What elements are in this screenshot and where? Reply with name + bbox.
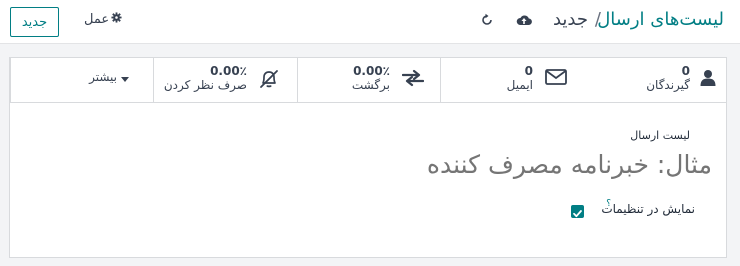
action-label: عمل: [84, 12, 110, 27]
caret-down-icon: [121, 77, 129, 82]
breadcrumb-separator: /: [594, 9, 601, 30]
bell-slash-icon: [258, 69, 280, 93]
breadcrumb-mailing-lists[interactable]: لیست‌های ارسال: [597, 9, 724, 30]
stat-bounce-text: 0.00٪ برگشت: [352, 64, 390, 92]
stat-bounce-button[interactable]: 0.00٪ برگشت: [297, 58, 440, 102]
user-icon: [700, 69, 716, 91]
checkmark-icon: [573, 210, 582, 218]
stat-email-button[interactable]: 0 ایمیل: [440, 58, 583, 102]
stat-recipients-text: 0 گیرندگان: [646, 64, 690, 92]
show-in-preferences-checkbox[interactable]: [571, 205, 584, 218]
stat-button-box: 0 گیرندگان 0 ایمیل 0.00٪ برگشت 0.00٪ صرف…: [10, 58, 726, 103]
show-in-preferences-label: نمایش در تنظیمات: [601, 202, 695, 216]
stat-bounce-label: برگشت: [351, 78, 390, 92]
breadcrumb-current: جدید: [552, 9, 588, 30]
stat-optout-text: 0.00٪ صرف نظر کردن: [164, 64, 247, 92]
mailing-list-name-label: لیست ارسال: [630, 129, 690, 142]
gear-icon: [111, 12, 122, 27]
more-dropdown-button[interactable]: بیشتر: [10, 58, 153, 102]
discard-undo-icon[interactable]: [479, 12, 497, 30]
action-menu-button[interactable]: عمل: [84, 12, 122, 27]
envelope-icon: [545, 69, 567, 89]
stat-recipients-label: گیرندگان: [646, 78, 690, 92]
stat-recipients-value: 0: [681, 64, 690, 78]
stat-email-value: 0: [524, 64, 533, 78]
new-button[interactable]: جدید: [10, 7, 59, 37]
stat-recipients-button[interactable]: 0 گیرندگان: [583, 58, 726, 102]
stat-optout-value: 0.00٪: [210, 64, 247, 78]
stat-optout-button[interactable]: 0.00٪ صرف نظر کردن: [153, 58, 297, 102]
stat-email-label: ایمیل: [506, 78, 533, 92]
control-panel: لیست‌های ارسال / جدید عمل: [0, 0, 740, 44]
mailing-list-name-input[interactable]: [292, 146, 712, 182]
exchange-arrows-icon: [401, 69, 425, 91]
cloud-upload-icon[interactable]: [516, 12, 534, 30]
help-tooltip-icon[interactable]: ؟: [606, 199, 611, 209]
stat-bounce-value: 0.00٪: [353, 64, 390, 78]
form-sheet: 0 گیرندگان 0 ایمیل 0.00٪ برگشت 0.00٪ صرف…: [9, 57, 727, 258]
more-label: بیشتر: [89, 70, 117, 84]
stat-email-text: 0 ایمیل: [507, 64, 533, 92]
stat-optout-label: صرف نظر کردن: [163, 78, 247, 92]
